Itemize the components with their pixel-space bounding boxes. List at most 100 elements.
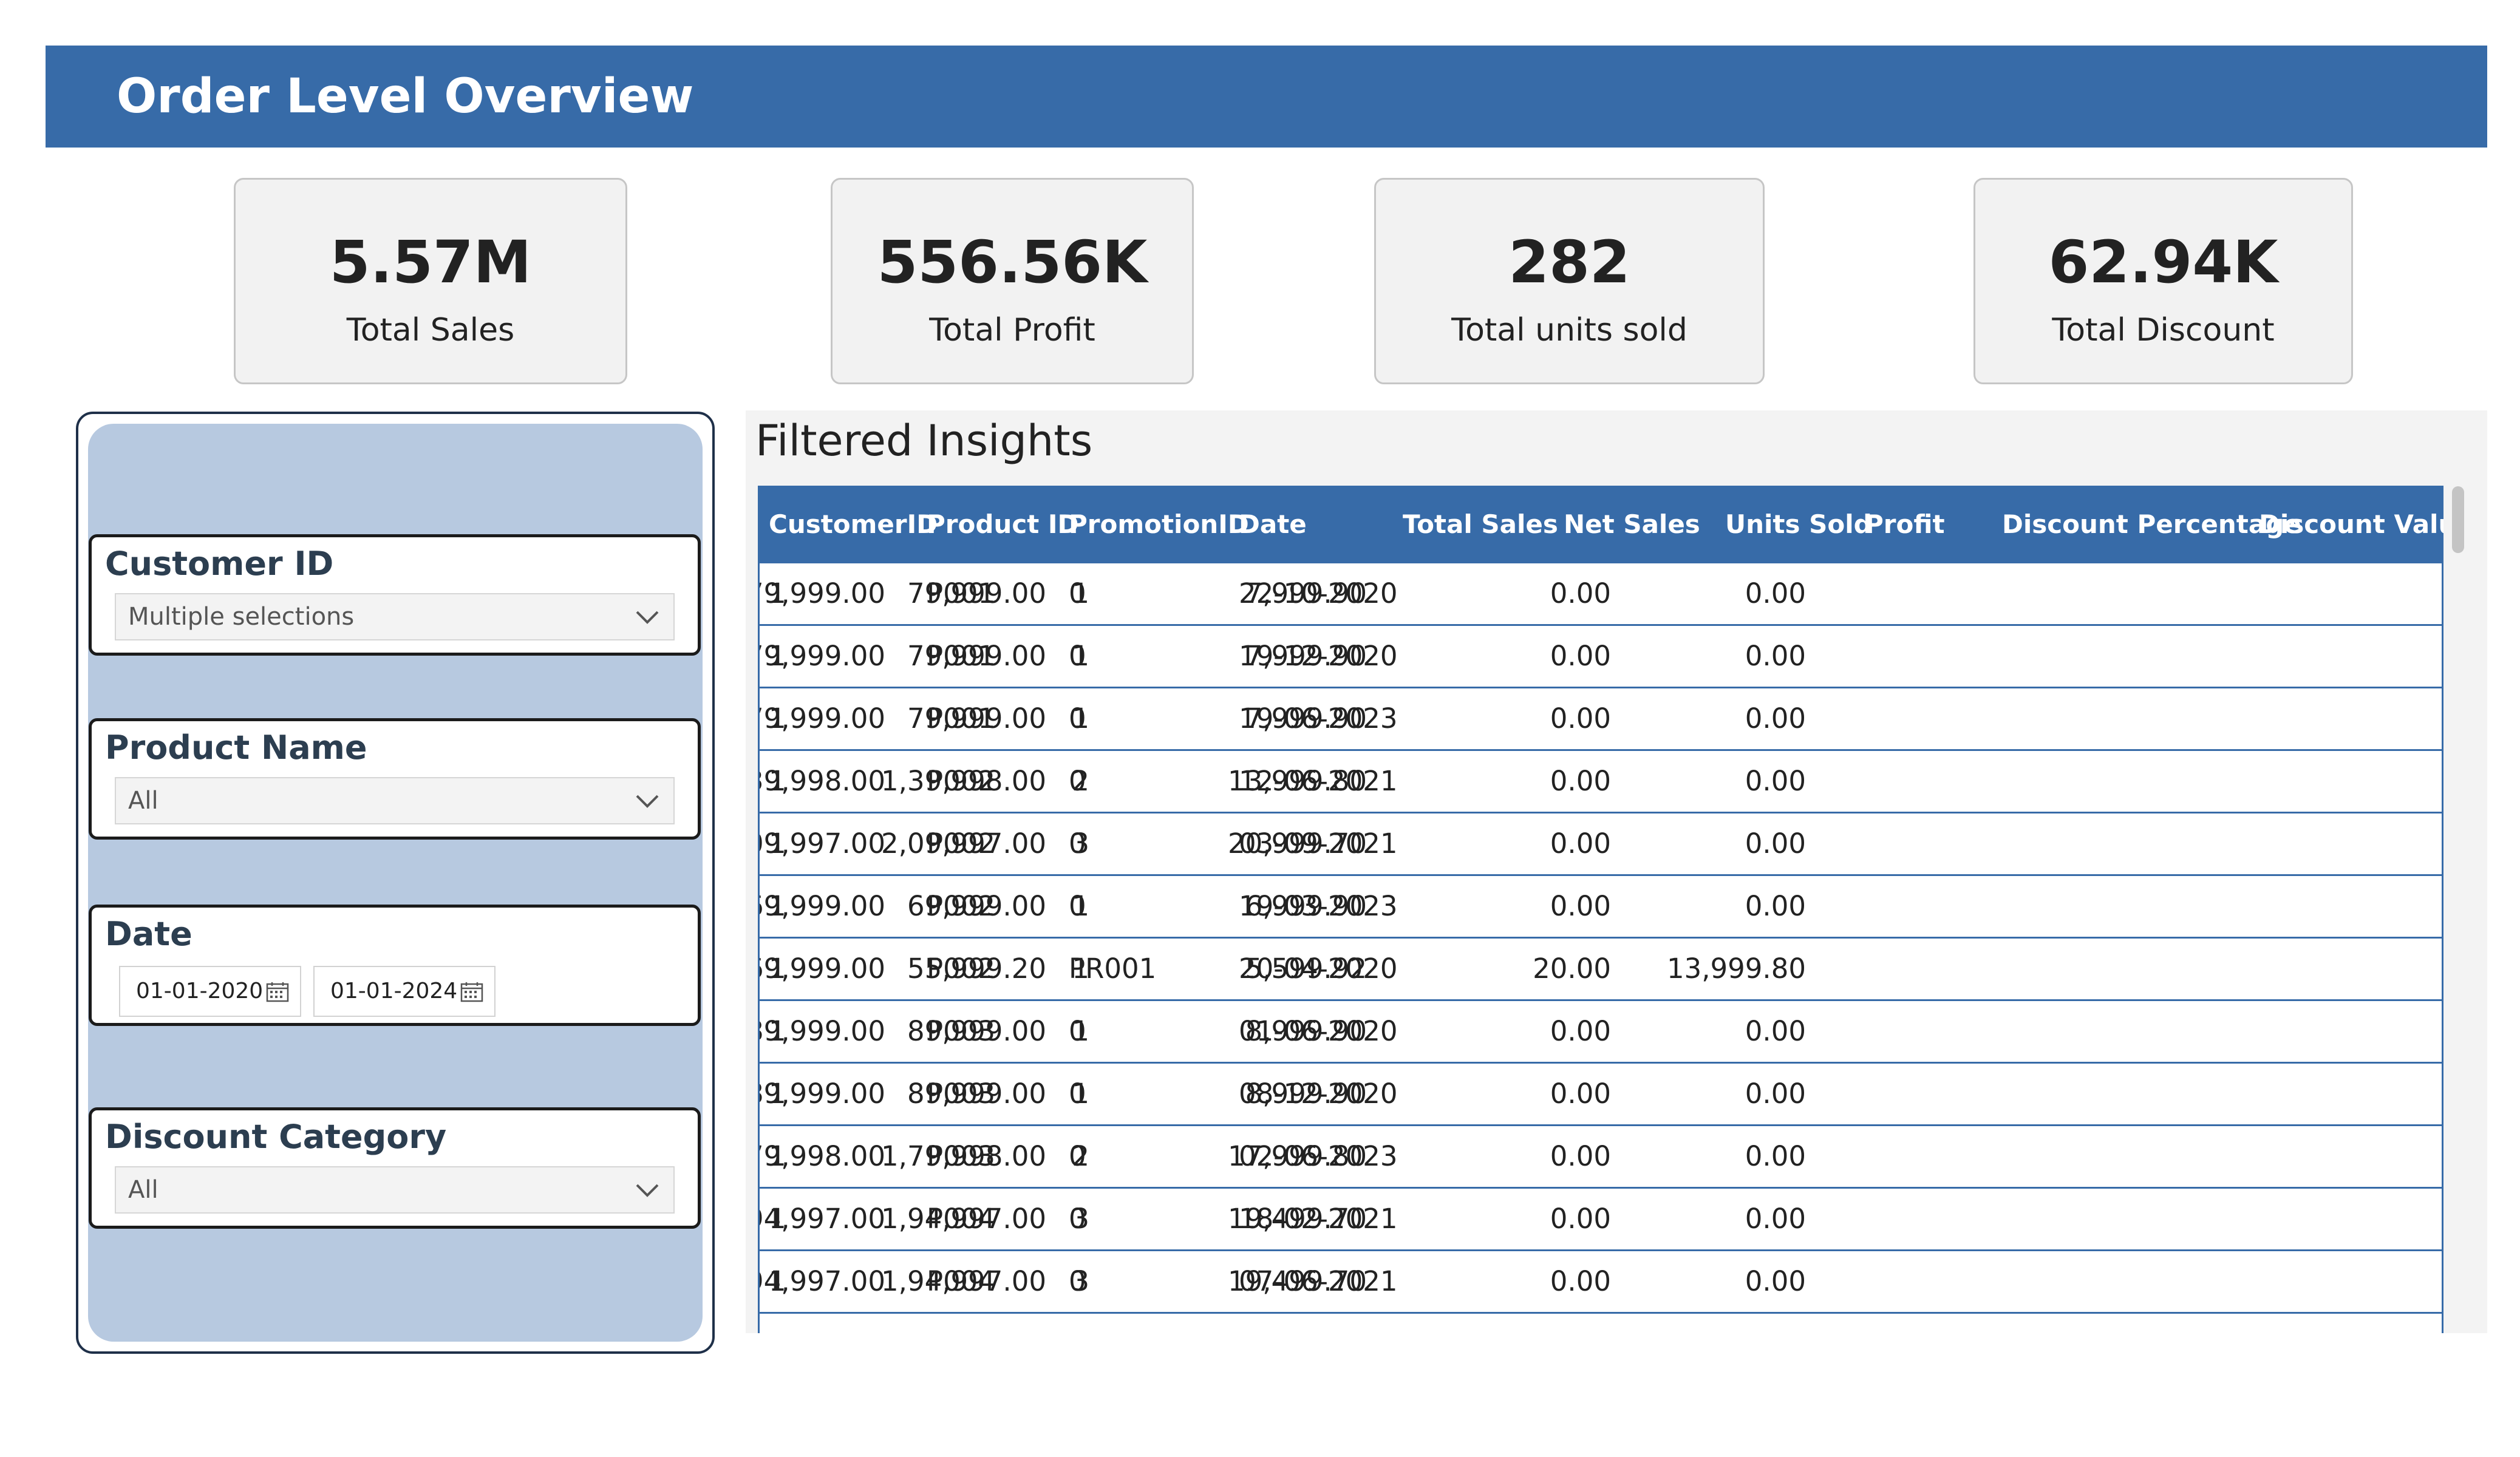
discount-category-slicer: Discount Category All	[89, 1107, 701, 1229]
table-cell: 7,999.90	[1245, 577, 1367, 610]
insights-table: CustomerID Product ID PromotionID Date Total…	[758, 486, 2443, 1333]
column-header[interactable]: Net Sales	[1564, 486, 1700, 563]
date-end-input[interactable]: 01-01-2024	[313, 966, 495, 1017]
table-cell: 0.00	[1550, 1078, 1611, 1110]
table-cell: 0.00	[1745, 702, 1806, 735]
table-row[interactable]: 1 P003 0 01-06-2020 89,999.00 89,999.00 1 8,999…	[758, 1001, 2443, 1064]
table-row[interactable]: 1 P001 0 19-12-2020 79,999.00 79,999.00 1 7,999…	[758, 626, 2443, 688]
discount-category-dropdown[interactable]: All	[115, 1166, 675, 1214]
table-cell: 20,999.70	[1227, 827, 1367, 860]
customer-id-slicer: Customer ID Multiple selections	[89, 534, 701, 656]
table-border-left	[758, 563, 760, 1333]
slicer-title: Date	[105, 915, 192, 953]
slicer-title: Customer ID	[105, 545, 334, 583]
filtered-insights-panel: Filtered Insights CustomerID Product ID Pr…	[746, 410, 2487, 1333]
table-cell: 1,94,997.00	[881, 1203, 1046, 1235]
table-cell: 5,599.92	[1245, 953, 1367, 985]
table-cell: 1,39,998.00	[758, 765, 885, 797]
table-row[interactable]: 1 P001 0 19-06-2023 79,999.00 79,999.00 1 7,999…	[758, 688, 2443, 751]
calendar-icon[interactable]	[266, 982, 289, 1002]
table-row[interactable]: 1 P002 0 19-03-2023 69,999.00 69,999.00 1 6,999…	[758, 876, 2443, 939]
table-cell: 79,999.00	[758, 577, 885, 610]
table-cell: 69,999.00	[907, 890, 1046, 922]
table-cell: 55,999.20	[907, 953, 1046, 985]
column-header[interactable]: Total Sales	[1403, 486, 1558, 563]
table-row[interactable]: 1 P002 PR001 20-04-2020 69,999.00 55,999.20 1 5…	[758, 939, 2443, 1001]
table-row[interactable]: 1P004007-06-20211,94,997.001,94,997.0031…	[758, 1251, 2443, 1314]
product-name-dropdown[interactable]: All	[115, 777, 675, 824]
table-cell: 7,999.90	[1245, 640, 1367, 672]
table-cell: 0.00	[1550, 577, 1611, 610]
column-header[interactable]: Discount Percentage	[2002, 486, 2301, 563]
table-cell: 1	[1072, 577, 1089, 610]
column-header[interactable]: CustomerID	[769, 486, 938, 563]
table-cell: 79,999.00	[758, 640, 885, 672]
date-end-value: 01-01-2024	[330, 979, 458, 1004]
kpi-label: Total units sold	[1451, 312, 1687, 348]
table-cell: 89,999.00	[758, 1078, 885, 1110]
table-row[interactable]: 1P003002-06-20231,79,998.001,79,998.0021…	[758, 1126, 2443, 1189]
calendar-icon[interactable]	[460, 982, 483, 1002]
table-cell: 6,999.90	[1245, 890, 1367, 922]
table-cell: 0.00	[1745, 827, 1806, 860]
chevron-down-icon	[636, 611, 659, 624]
table-cell: 0.00	[1550, 765, 1611, 797]
table-cell: 1	[1072, 640, 1089, 672]
table-cell: 0.00	[1745, 1015, 1806, 1047]
table-row[interactable]: 1P002012-06-20211,39,998.001,39,998.0021…	[758, 751, 2443, 813]
table-cell: 89,999.00	[907, 1015, 1046, 1047]
table-cell: 0.00	[1550, 1140, 1611, 1172]
table-cell: 89,999.00	[758, 1015, 885, 1047]
kpi-label: Total Profit	[929, 312, 1095, 348]
date-start-value: 01-01-2020	[136, 979, 264, 1004]
table-cell: 3	[1072, 827, 1089, 860]
chevron-down-icon	[636, 795, 659, 808]
table-cell: 89,999.00	[907, 1078, 1046, 1110]
customer-id-dropdown[interactable]: Multiple selections	[115, 593, 675, 640]
table-cell: 1,94,997.00	[758, 1265, 885, 1297]
chevron-down-icon	[636, 1184, 659, 1197]
table-row[interactable]: 1P002003-09-20212,09,997.002,09,997.0032…	[758, 813, 2443, 876]
kpi-card-total-profit: 556.56K Total Profit	[831, 178, 1194, 384]
table-cell: 1,39,998.00	[881, 765, 1046, 797]
table-row[interactable]: 1 P001 0 22-10-2020 79,999.00 79,999.00 1 7,999…	[758, 563, 2443, 626]
kpi-value: 556.56K	[877, 228, 1148, 296]
column-header[interactable]: Units Sold	[1725, 486, 1872, 563]
column-header[interactable]: Product ID	[927, 486, 1078, 563]
column-header[interactable]: Profit	[1865, 486, 1945, 563]
column-header[interactable]: Discount Value	[2259, 486, 2443, 563]
table-cell: 2,09,997.00	[881, 827, 1046, 860]
table-cell: 69,999.00	[758, 953, 885, 985]
kpi-value: 5.57M	[329, 228, 532, 296]
table-cell: 1,79,998.00	[881, 1140, 1046, 1172]
table-cell: 0.00	[1550, 827, 1611, 860]
column-header[interactable]: PromotionID	[1069, 486, 1249, 563]
table-cell: 2	[1072, 765, 1089, 797]
dropdown-value: Multiple selections	[128, 603, 355, 631]
table-cell: 1	[1072, 953, 1089, 985]
table-cell: 0.00	[1550, 890, 1611, 922]
table-cell: 8,999.90	[1245, 1078, 1367, 1110]
table-cell: 0.00	[1550, 702, 1611, 735]
table-cell: 19,499.70	[1227, 1203, 1367, 1235]
scrollbar-thumb[interactable]	[2452, 486, 2464, 553]
kpi-label: Total Sales	[346, 312, 515, 348]
table-cell: 2,09,997.00	[758, 827, 885, 860]
table-cell: 1	[1072, 1015, 1089, 1047]
table-cell: 79,999.00	[907, 577, 1046, 610]
table-cell: 0.00	[1550, 1265, 1611, 1297]
table-cell: 0.00	[1745, 1140, 1806, 1172]
table-cell: 8,999.90	[1245, 1015, 1367, 1047]
table-row[interactable]: 1 P003 0 08-12-2020 89,999.00 89,999.00 1 8,999…	[758, 1064, 2443, 1126]
table-cell: 1,79,998.00	[758, 1140, 885, 1172]
table-cell: 79,999.00	[907, 640, 1046, 672]
table-scrollbar[interactable]	[2452, 486, 2464, 1333]
table-cell: 0.00	[1550, 640, 1611, 672]
dropdown-value: All	[128, 787, 158, 815]
table-cell: 1,94,997.00	[881, 1265, 1046, 1297]
table-row[interactable]: 1P004018-02-20211,94,997.001,94,997.0031…	[758, 1189, 2443, 1251]
table-cell: 17,999.80	[1227, 1140, 1367, 1172]
column-header[interactable]: Date	[1239, 486, 1307, 563]
table-cell: 79,999.00	[758, 702, 885, 735]
date-start-input[interactable]: 01-01-2020	[119, 966, 301, 1017]
